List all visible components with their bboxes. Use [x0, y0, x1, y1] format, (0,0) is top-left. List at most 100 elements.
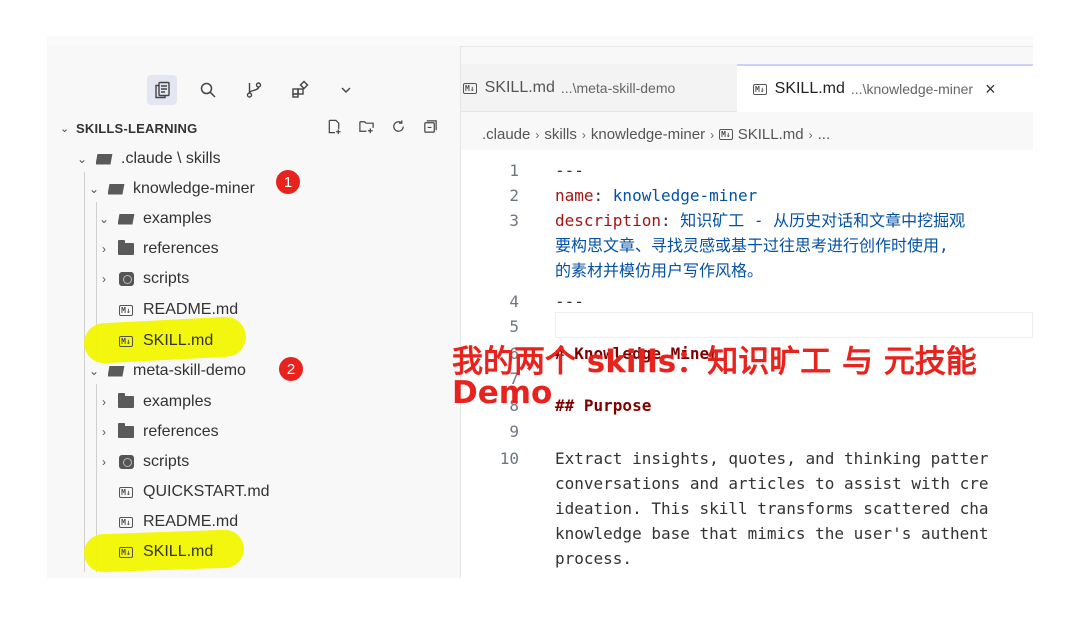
folder-icon [117, 423, 135, 439]
workspace-title: SKILLS-LEARNING [76, 120, 198, 136]
tree-label: references [143, 423, 219, 440]
markdown-icon: M↓ [119, 335, 133, 347]
window-top-strip [47, 36, 1033, 46]
chevron-right-icon: › [102, 242, 106, 256]
markdown-icon: M↓ [753, 83, 767, 95]
tab-skill-knowledge-miner[interactable]: M↓ SKILL.md ...\knowledge-miner × [737, 64, 1033, 112]
chevron-down-icon[interactable] [331, 75, 361, 105]
tree-label: examples [143, 393, 212, 410]
code-line-wrap: 的素材并模仿用户写作风格。 [461, 258, 1033, 283]
markdown-icon: M↓ [119, 516, 133, 528]
tab-path: ...\knowledge-miner [850, 81, 974, 97]
chevron-right-icon: › [710, 127, 715, 142]
new-file-icon[interactable] [325, 117, 343, 135]
line-number: 9 [509, 422, 519, 441]
markdown-icon: M↓ [719, 129, 733, 140]
collapse-all-icon[interactable] [421, 117, 439, 135]
folder-icon [117, 393, 135, 409]
tree-folder-meta-skill-demo[interactable]: ⌄ meta-skill-demo [87, 357, 246, 385]
code-text: name: knowledge-miner [555, 186, 758, 205]
line-number: 3 [509, 211, 519, 230]
close-icon[interactable]: × [985, 79, 996, 100]
tab-skill-meta-skill-demo[interactable]: M↓ SKILL.md ...\meta-skill-demo [461, 64, 737, 112]
tree-label: scripts [143, 453, 190, 470]
yaml-value-wrap: 的素材并模仿用户写作风格。 [555, 261, 764, 280]
yaml-key: name [555, 186, 594, 205]
tree-label: SKILL.md [143, 332, 214, 349]
tab-label: SKILL.md [774, 80, 845, 97]
chevron-right-icon: › [102, 395, 106, 409]
breadcrumb-item[interactable]: ... [818, 126, 831, 143]
tree-folder-scripts[interactable]: › scripts [97, 265, 189, 293]
tree-label: meta-skill-demo [133, 362, 246, 379]
code-text: --- [555, 292, 584, 311]
code-text: Extract insights, quotes, and thinking p… [555, 449, 989, 468]
breadcrumb-item[interactable]: SKILL.md [738, 126, 804, 143]
tree-file-skill[interactable]: M↓ SKILL.md [117, 538, 213, 566]
overlay-caption-line2: Demo [452, 375, 553, 411]
tree-folder-knowledge-miner[interactable]: ⌄ knowledge-miner [87, 175, 255, 203]
chevron-right-icon: › [102, 455, 106, 469]
yaml-value-wrap: 要构思文章、寻找灵感或基于过往思考进行创作时使用, [555, 236, 949, 255]
files-icon[interactable] [147, 75, 177, 105]
explorer-actions [325, 117, 439, 135]
search-icon[interactable] [193, 75, 223, 105]
chevron-right-icon: › [102, 272, 106, 286]
markdown-heading: ## Purpose [555, 396, 652, 415]
tree-label: README.md [143, 513, 239, 530]
code-text: ideation. This skill transforms scattere… [555, 499, 989, 518]
code-text: process. [555, 549, 633, 568]
tab-path: ...\meta-skill-demo [560, 80, 676, 96]
tab-label: SKILL.md [484, 79, 555, 96]
chevron-down-icon[interactable]: ⌄ [60, 122, 74, 135]
yaml-value: 知识矿工 - 从历史对话和文章中挖掘观 [680, 211, 966, 230]
chevron-down-icon: ⌄ [76, 152, 88, 166]
tree-file-quickstart[interactable]: M↓ QUICKSTART.md [117, 478, 270, 506]
markdown-icon: M↓ [119, 546, 133, 558]
yaml-value: knowledge-miner [612, 186, 758, 205]
line-number: 2 [509, 186, 519, 205]
code-line: 4 --- [461, 289, 1033, 314]
tree-folder-scripts[interactable]: › scripts [97, 448, 189, 476]
breadcrumb: .claude › skills › knowledge-miner › M↓ … [482, 126, 830, 143]
tree-label: knowledge-miner [133, 180, 255, 197]
tree-file-skill[interactable]: M↓ SKILL.md [117, 327, 213, 355]
refresh-icon[interactable] [389, 117, 407, 135]
folder-icon [117, 240, 135, 256]
explorer-header[interactable]: ⌄ SKILLS-LEARNING [60, 117, 455, 139]
breadcrumb-item[interactable]: .claude [482, 126, 530, 143]
tree-folder-examples[interactable]: ⌄ examples [97, 205, 212, 233]
chevron-right-icon: › [581, 127, 586, 142]
code-text: --- [555, 161, 584, 180]
code-line-wrap: knowledge base that mimics the user's au… [461, 521, 1033, 546]
yaml-key: description [555, 211, 661, 230]
tree-label: SKILL.md [143, 543, 214, 560]
code-text: description: 知识矿工 - 从历史对话和文章中挖掘观 [555, 211, 966, 230]
tree-file-readme[interactable]: M↓ README.md [117, 296, 238, 324]
new-folder-icon[interactable] [357, 117, 375, 135]
chevron-down-icon: ⌄ [88, 182, 100, 196]
extensions-icon[interactable] [285, 75, 315, 105]
tree-indent-guide [84, 172, 85, 572]
folder-open-icon [117, 212, 135, 226]
tree-label: .claude \ skills [121, 150, 221, 167]
line-number: 10 [499, 449, 519, 468]
tree-label: references [143, 240, 219, 257]
chevron-down-icon: ⌄ [98, 212, 110, 226]
breadcrumb-item[interactable]: skills [544, 126, 577, 143]
tree-file-readme[interactable]: M↓ README.md [117, 508, 238, 536]
code-line: 10 Extract insights, quotes, and thinkin… [461, 446, 1033, 471]
markdown-icon: M↓ [119, 304, 133, 316]
tree-label: README.md [143, 301, 239, 318]
tree-folder-references[interactable]: › references [97, 235, 219, 263]
folder-open-icon [107, 182, 125, 196]
tree-folder-examples[interactable]: › examples [97, 388, 211, 416]
sidebar-view-switcher [147, 74, 361, 106]
tree-folder-claude-skills[interactable]: ⌄ .claude \ skills [75, 145, 221, 173]
source-control-icon[interactable] [239, 75, 269, 105]
breadcrumb-item[interactable]: knowledge-miner [591, 126, 705, 143]
code-line: 9 [461, 419, 1033, 444]
code-line: 2 name: knowledge-miner [461, 183, 1033, 208]
tree-folder-references[interactable]: › references [97, 418, 219, 446]
markdown-icon: M↓ [119, 486, 133, 498]
